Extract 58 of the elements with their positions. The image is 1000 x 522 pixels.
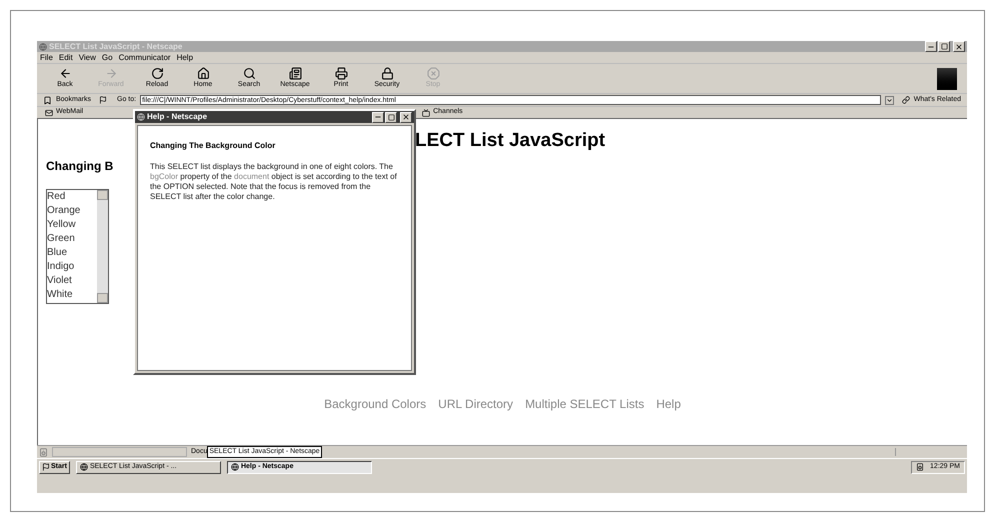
app-icon: [137, 113, 145, 121]
text-link[interactable]: bgColor: [150, 172, 178, 181]
newspaper-icon: [288, 66, 302, 80]
flag-icon: [99, 96, 108, 104]
footer-link[interactable]: Background Colors: [324, 395, 426, 413]
printer-icon: [334, 66, 348, 80]
listbox-option[interactable]: Green: [47, 232, 97, 246]
help-window-title: Help - Netscape: [147, 111, 208, 123]
search-icon: [242, 66, 256, 80]
home-icon: [196, 66, 210, 80]
maximize-icon: [388, 114, 394, 120]
menu-item[interactable]: Go: [102, 52, 113, 64]
menu-item[interactable]: Communicator: [118, 52, 171, 64]
footer-link[interactable]: URL Directory: [438, 395, 514, 413]
help-heading: Changing The Background Color: [150, 140, 276, 152]
help-paragraph: This SELECT list displays the background in one of eight colors. The bgColor property of the document object is set according to the text of the OPTION selected. Note that the focus is removed from the SELECT list after the color change.: [150, 162, 398, 202]
close-button[interactable]: [400, 112, 412, 122]
back-arrow-icon: [58, 66, 72, 80]
tv-icon: [422, 108, 430, 116]
color-listbox[interactable]: Red Orange Yellow Green Blue Indigo Violet White: [46, 189, 109, 304]
minimize-button[interactable]: [372, 112, 384, 122]
app-icon: [80, 463, 88, 471]
page-title: LECT List JavaScript: [415, 130, 606, 151]
maximize-button[interactable]: [385, 112, 397, 122]
dropdown-icon[interactable]: [884, 96, 894, 104]
listbox-option[interactable]: White: [47, 288, 97, 302]
reload-icon: [150, 66, 164, 80]
scrollbar[interactable]: [97, 190, 108, 303]
lock-icon: [380, 66, 394, 80]
close-icon: [402, 113, 410, 121]
app-icon: [39, 42, 47, 50]
maximize-icon: [940, 43, 948, 50]
stop-icon: [426, 66, 440, 80]
listbox-option[interactable]: Yellow: [47, 218, 97, 232]
footer-link[interactable]: Help: [656, 395, 681, 413]
bookmark-icon: [43, 96, 52, 104]
maximize-button[interactable]: [938, 41, 950, 52]
menu-item[interactable]: View: [78, 52, 96, 64]
listbox-option[interactable]: Indigo: [47, 260, 97, 274]
close-icon: [955, 42, 963, 50]
listbox-option[interactable]: Red: [47, 190, 97, 204]
footer-link[interactable]: Multiple SELECT Lists: [525, 395, 644, 413]
listbox-option[interactable]: Blue: [47, 246, 97, 260]
mail-icon: [45, 108, 53, 116]
page-subheading: Changing B: [46, 158, 114, 175]
listbox-option[interactable]: Orange: [47, 204, 97, 218]
link-icon: [902, 96, 910, 104]
listbox-option[interactable]: Violet: [47, 274, 97, 288]
text-link[interactable]: document: [234, 172, 270, 181]
forward-arrow-icon: [104, 66, 118, 80]
flag-icon: [42, 463, 50, 471]
menu-item[interactable]: File: [40, 52, 53, 64]
close-button[interactable]: [953, 41, 965, 52]
speaker-icon: [916, 463, 924, 471]
menu-item[interactable]: Help: [176, 52, 194, 64]
minimize-button[interactable]: [925, 41, 937, 52]
menu-item[interactable]: Edit: [58, 52, 73, 64]
app-icon: [230, 463, 239, 471]
